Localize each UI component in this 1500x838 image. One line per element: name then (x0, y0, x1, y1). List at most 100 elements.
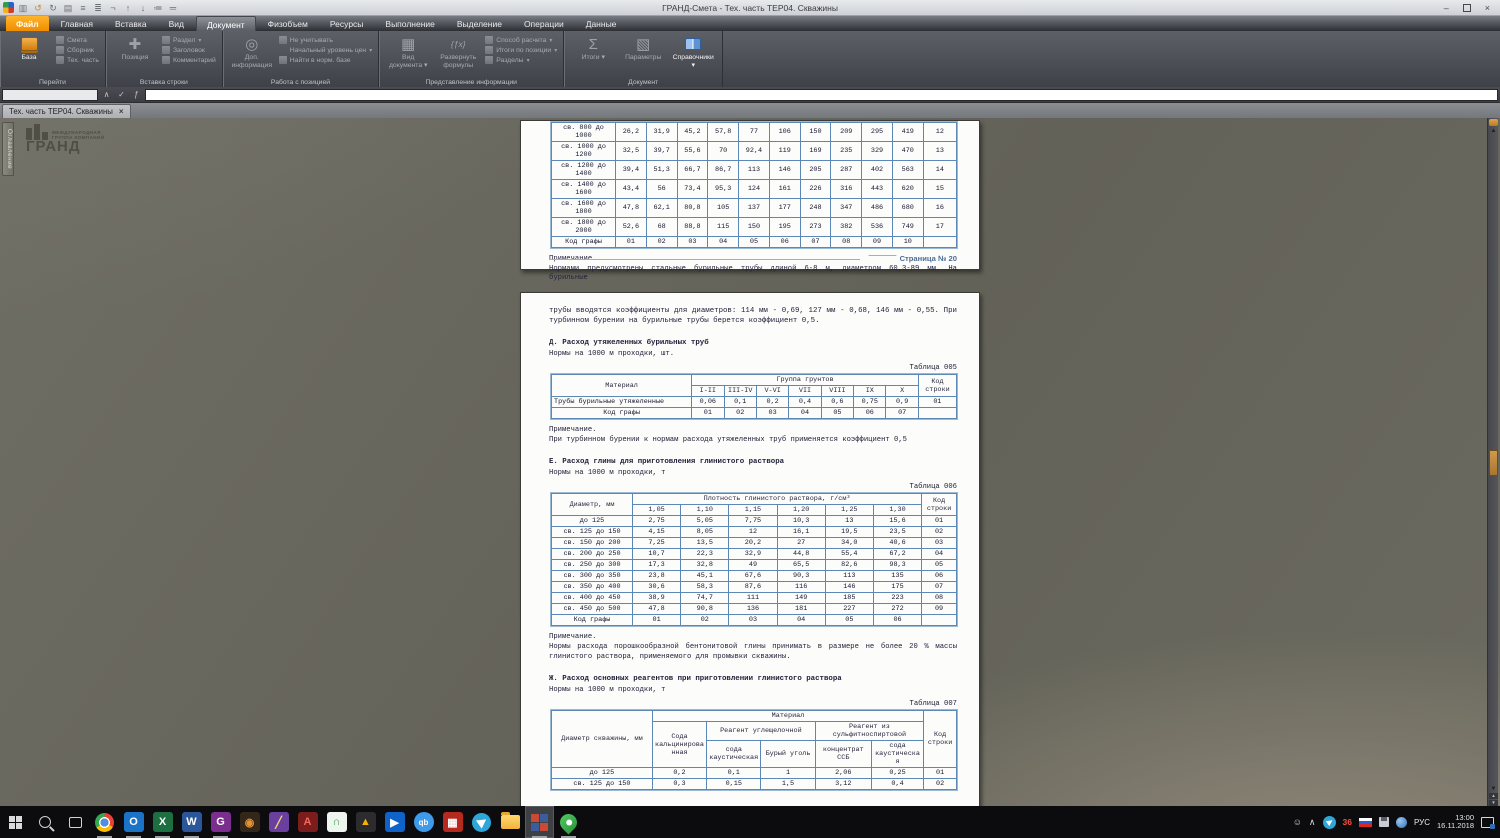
hidden-icons-chevron[interactable]: ∧ (1309, 817, 1316, 828)
word-icon[interactable]: W (177, 806, 206, 838)
ribbon-tab-Вставка[interactable]: Вставка (105, 16, 157, 31)
small-button[interactable]: Начальный уровень цен ▾ (279, 46, 372, 54)
preview-icon[interactable]: ▤ (62, 3, 74, 13)
ribbon-tab-Вид[interactable]: Вид (159, 16, 194, 31)
grand-smeta-icon[interactable] (525, 806, 554, 838)
ribbon-tab-Выделение[interactable]: Выделение (447, 16, 512, 31)
excel-icon[interactable]: X (148, 806, 177, 838)
kommentarij-icon-button[interactable]: Комментарий (161, 56, 216, 64)
redo-icon[interactable]: ↻ (47, 3, 59, 13)
previous-page-button[interactable]: ▲ (1489, 793, 1498, 799)
scrollbar-thumb[interactable] (1489, 450, 1498, 476)
ribbon-tab-Данные[interactable]: Данные (576, 16, 627, 31)
table-cell: 07 (921, 581, 957, 594)
table-cell: 01 (917, 396, 958, 409)
antivirus-icon[interactable]: ▲ (351, 806, 380, 838)
chrome-icon[interactable] (90, 806, 119, 838)
customize-quick-access-icon[interactable]: ═ (167, 3, 179, 13)
list-icon[interactable]: ≔ (152, 3, 164, 13)
scroll-down-button[interactable]: ▼ (1488, 786, 1499, 792)
maps-icon[interactable] (554, 806, 583, 838)
table-header-cell: Код строки (923, 710, 957, 769)
base-button[interactable]: База (6, 34, 52, 62)
doc-tab-close-icon[interactable]: × (119, 107, 124, 116)
itogi-button[interactable]: Σ Итоги ▾ (570, 34, 616, 62)
vid-dokumenta-icon: ▦ (401, 36, 416, 53)
ribbon-tab-Операции[interactable]: Операции (514, 16, 574, 31)
insert-col-icon[interactable]: ≣ (92, 3, 104, 13)
people-icon[interactable]: ☺ (1293, 817, 1302, 827)
ribbon-tab-Ресурсы[interactable]: Ресурсы (320, 16, 374, 31)
sbornik-icon-button[interactable]: Сборник (56, 46, 99, 54)
itogi-po-pozicii-icon-button[interactable]: Итоги по позиции ▾ (485, 46, 557, 54)
name-box-input[interactable] (2, 88, 98, 101)
action-center-icon[interactable] (1481, 816, 1495, 829)
ribbon-group-label: Представление информации (425, 79, 517, 86)
autocad-icon[interactable]: A (293, 806, 322, 838)
compass-app-icon[interactable]: ◉ (235, 806, 264, 838)
confirm-icon[interactable]: ✓ (115, 90, 128, 99)
formulas-button[interactable]: {ƒx} Развернуть формулы (435, 34, 481, 69)
qbittorrent-icon[interactable]: qb (409, 806, 438, 838)
formula-input[interactable] (145, 88, 1498, 101)
ribbon-tab-bar: Файл Главная Вставка Вид Документ Физобъем Рес… (0, 16, 1500, 31)
ribbon-tab-Главная[interactable]: Главная (51, 16, 103, 31)
network-tray-icon[interactable] (1395, 816, 1407, 828)
table-cell (917, 407, 958, 420)
ne-uchityvat-icon-button[interactable]: Не учитывать (278, 36, 372, 44)
zagolovok-icon-button[interactable]: Заголовок (161, 46, 216, 54)
player-icon[interactable]: ▶ (380, 806, 409, 838)
parametry-button[interactable]: ▧ Параметры (620, 34, 666, 62)
find-in-base-icon-button[interactable]: Найти в норм. базе (278, 56, 372, 64)
ribbon-tab-Файл[interactable]: Файл (6, 16, 49, 31)
clock[interactable]: 13:00 16.11.2018 (1437, 813, 1474, 831)
razdely-icon-button[interactable]: Разделы ▾ (485, 56, 557, 64)
close-button[interactable]: × (1485, 3, 1490, 13)
ru-flag-icon[interactable] (1358, 817, 1372, 827)
floppy-tray-icon[interactable] (1378, 817, 1389, 827)
task-view-icon[interactable] (60, 806, 90, 838)
scroll-up-button[interactable]: ▲ (1488, 128, 1499, 134)
table-row: Код графы 01 02 03 04 05 06 07 08 09 10 (551, 236, 958, 248)
tech-part-icon-button[interactable]: Тех. часть (56, 56, 99, 64)
insert-row-icon[interactable]: ≡ (77, 3, 89, 13)
wrap-icon[interactable]: ¬ (107, 3, 119, 13)
vid-dokumenta-button[interactable]: ▦ Вид документа ▾ (385, 34, 431, 69)
ribbon-tab-Документ[interactable]: Документ (195, 16, 256, 31)
telegram-icon[interactable] (467, 806, 496, 838)
toc-side-tab[interactable]: Оглавление (2, 122, 14, 176)
explorer-icon[interactable] (496, 806, 525, 838)
minimize-button[interactable]: – (1444, 3, 1449, 13)
save-icon[interactable]: ▥ (17, 3, 29, 13)
metro-icon[interactable]: ▦ (438, 806, 467, 838)
pen-tool-icon[interactable]: ╱ (264, 806, 293, 838)
table-header-cell: 1,20 (776, 504, 826, 517)
vertical-scrollbar[interactable]: ▲ ▼ ▲ ▼ (1487, 118, 1498, 806)
search-icon[interactable] (30, 806, 60, 838)
move-down-icon[interactable]: ↓ (137, 3, 149, 13)
doc-tab-tech-part[interactable]: Тех. часть ТЕР04. Скважины × (2, 104, 131, 118)
scrollbar-splitter-icon[interactable] (1489, 119, 1498, 126)
wifi-app-icon[interactable]: ∩ (322, 806, 351, 838)
move-up-icon[interactable]: ↑ (122, 3, 134, 13)
ribbon-tab-Физобъем[interactable]: Физобъем (258, 16, 318, 31)
expand-icon[interactable]: ∧ (100, 90, 113, 99)
spravochniki-button[interactable]: Справочники ▾ (670, 34, 716, 69)
function-icon[interactable]: ƒ (130, 90, 143, 99)
position-button[interactable]: ✚ Позиция (112, 34, 158, 62)
gis-app-icon[interactable]: G (206, 806, 235, 838)
telegram-tray-icon[interactable] (1322, 815, 1336, 829)
restore-button[interactable] (1462, 3, 1471, 12)
razdel-icon-button[interactable]: Раздел ▾ (161, 36, 216, 44)
ribbon-tab-Выполнение[interactable]: Выполнение (375, 16, 444, 31)
start-button[interactable] (0, 806, 30, 838)
undo-icon[interactable]: ↺ (32, 3, 44, 13)
language-indicator[interactable]: РУС (1414, 818, 1430, 827)
dop-info-button[interactable]: ◎ Доп. информация (229, 34, 275, 69)
table-header-cell: X (885, 385, 919, 398)
taskbar-apps: O X W G ◉ ╱ A ∩ ▲ ▶ qb ▦ (90, 806, 583, 838)
outlook-icon[interactable]: O (119, 806, 148, 838)
smeta-icon-button[interactable]: Смета (56, 36, 99, 44)
sposob-rascheta-icon-button[interactable]: Способ расчета ▾ (485, 36, 557, 44)
note-title: Примечание. (549, 633, 597, 642)
